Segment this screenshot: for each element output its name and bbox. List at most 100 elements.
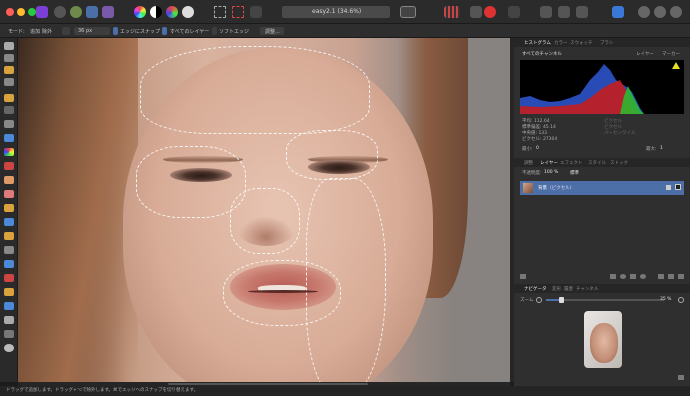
- delete-layer-icon[interactable]: [678, 274, 684, 279]
- auto-white-balance-icon[interactable]: [182, 6, 194, 18]
- horizontal-scroll-thumb[interactable]: [168, 383, 368, 385]
- tab-navigator[interactable]: ナビゲータ: [524, 286, 547, 292]
- view-mode-icon[interactable]: [400, 6, 416, 18]
- refine-label[interactable]: 調整...: [265, 28, 280, 35]
- tab-swatches[interactable]: スウォッチ: [570, 40, 593, 46]
- zoom-slider-thumb[interactable]: [559, 297, 564, 303]
- liquify-persona-icon[interactable]: [70, 6, 82, 18]
- tab-color[interactable]: カラー: [554, 40, 568, 46]
- paint-brush-icon[interactable]: [4, 162, 14, 170]
- soft-edges-label[interactable]: ソフトエッジ: [219, 28, 249, 35]
- tab-adjustments[interactable]: 調整: [524, 160, 533, 166]
- pixel-tool-icon[interactable]: [4, 176, 14, 184]
- navigator-thumbnail[interactable]: [584, 311, 622, 368]
- export-icon[interactable]: [508, 6, 520, 18]
- auto-color-icon[interactable]: [166, 6, 178, 18]
- smudge-tool-icon[interactable]: [4, 260, 14, 268]
- layer-button[interactable]: レイヤー: [636, 51, 654, 57]
- deselect-icon[interactable]: [232, 6, 244, 18]
- develop-persona-icon[interactable]: [86, 6, 98, 18]
- selection-forehead[interactable]: [140, 46, 370, 134]
- zoom-tool-icon[interactable]: [4, 330, 14, 338]
- selection-lips[interactable]: [223, 260, 341, 326]
- arrange-left-icon[interactable]: [540, 6, 552, 18]
- width-value[interactable]: 36 px: [78, 28, 92, 34]
- marquee-select-icon[interactable]: [214, 6, 226, 18]
- text-tool-icon[interactable]: [4, 316, 14, 324]
- share-icon[interactable]: [654, 6, 666, 18]
- view-tool-icon[interactable]: [4, 42, 14, 50]
- snapping-icon[interactable]: [444, 6, 460, 18]
- user-icon[interactable]: [638, 6, 650, 18]
- arrange-right-icon[interactable]: [576, 6, 588, 18]
- selection-right-eye[interactable]: [286, 130, 378, 180]
- tab-transform[interactable]: 変形: [552, 286, 561, 292]
- assistant-icon[interactable]: [470, 6, 482, 18]
- tab-histogram[interactable]: ヒストグラム: [524, 40, 551, 46]
- mode-subtract-button[interactable]: 除外: [42, 28, 52, 35]
- selection-nose[interactable]: [230, 188, 300, 254]
- snap-edges-label[interactable]: エッジにスナップ: [120, 28, 160, 35]
- app-logo-icon[interactable]: [36, 6, 48, 18]
- brush-preview-icon[interactable]: [62, 27, 70, 35]
- add-layer-icon[interactable]: [668, 274, 674, 279]
- dodge-tool-icon[interactable]: [4, 204, 14, 212]
- record-macro-icon[interactable]: [484, 6, 496, 18]
- swatch-icon[interactable]: [4, 344, 14, 352]
- inpainting-tool-icon[interactable]: [4, 274, 14, 282]
- selection-brush-icon[interactable]: [4, 94, 14, 102]
- mode-add-button[interactable]: 追加: [30, 28, 40, 35]
- flood-fill-icon[interactable]: [4, 134, 14, 142]
- zoom-value[interactable]: 35 %: [660, 297, 671, 302]
- color-wheel-icon[interactable]: [134, 6, 146, 18]
- auto-contrast-icon[interactable]: [150, 6, 162, 18]
- studio-toggle-icon[interactable]: [612, 6, 624, 18]
- snap-edges-checkbox[interactable]: [113, 27, 118, 35]
- red-eye-tool-icon[interactable]: [4, 232, 14, 240]
- lock-icon[interactable]: [666, 185, 671, 190]
- marquee-tool-icon[interactable]: [4, 120, 14, 128]
- freehand-select-icon[interactable]: [4, 106, 14, 114]
- navigator-options-icon[interactable]: [678, 375, 684, 380]
- min-value[interactable]: 0: [536, 146, 539, 151]
- clone-tool-icon[interactable]: [4, 218, 14, 226]
- fx-icon[interactable]: [630, 274, 636, 279]
- arrange-center-icon[interactable]: [558, 6, 570, 18]
- layer-options-icon[interactable]: [520, 274, 526, 279]
- pixel-layer-icon[interactable]: [640, 274, 646, 279]
- channel-select[interactable]: すべてのチャンネル: [522, 51, 562, 57]
- gradient-tool-icon[interactable]: [4, 148, 14, 156]
- mask-layer-icon[interactable]: [610, 274, 616, 279]
- all-layers-label[interactable]: すべてのレイヤー: [170, 28, 209, 35]
- marker-button[interactable]: マーカー: [662, 51, 680, 57]
- soft-edges-checkbox[interactable]: [212, 27, 217, 35]
- blend-mode-select[interactable]: 標準: [570, 170, 579, 176]
- canvas[interactable]: [18, 38, 510, 382]
- pen-tool-icon[interactable]: [4, 288, 14, 296]
- tab-effects[interactable]: エフェクト: [560, 160, 583, 166]
- close-window-button[interactable]: [6, 8, 14, 16]
- group-layer-icon[interactable]: [658, 274, 664, 279]
- zoom-slider[interactable]: [546, 297, 664, 303]
- zoom-in-icon[interactable]: [678, 297, 684, 303]
- eraser-tool-icon[interactable]: [4, 190, 14, 198]
- photo-persona-icon[interactable]: [54, 6, 66, 18]
- tone-mapping-persona-icon[interactable]: [102, 6, 114, 18]
- tab-channels[interactable]: チャンネル: [576, 286, 598, 292]
- visibility-checkbox[interactable]: [675, 184, 681, 190]
- minimize-window-button[interactable]: [17, 8, 25, 16]
- tab-styles[interactable]: スタイル: [588, 160, 606, 166]
- tab-layers[interactable]: レイヤー: [540, 160, 558, 166]
- crop-tool-icon[interactable]: [4, 78, 14, 86]
- tab-stock[interactable]: ストック: [610, 160, 628, 166]
- all-layers-checkbox[interactable]: [162, 27, 167, 35]
- tab-brushes[interactable]: ブラシ: [600, 40, 613, 46]
- move-tool-icon[interactable]: [4, 54, 14, 62]
- max-value[interactable]: 1: [660, 146, 663, 151]
- adjustment-layer-icon[interactable]: [620, 274, 626, 279]
- invert-selection-icon[interactable]: [250, 6, 262, 18]
- selection-left-eye[interactable]: [136, 146, 246, 218]
- layer-row-background[interactable]: 背景 (ピクセル): [520, 181, 684, 195]
- help-icon[interactable]: [670, 6, 682, 18]
- opacity-value[interactable]: 100 %: [544, 170, 558, 175]
